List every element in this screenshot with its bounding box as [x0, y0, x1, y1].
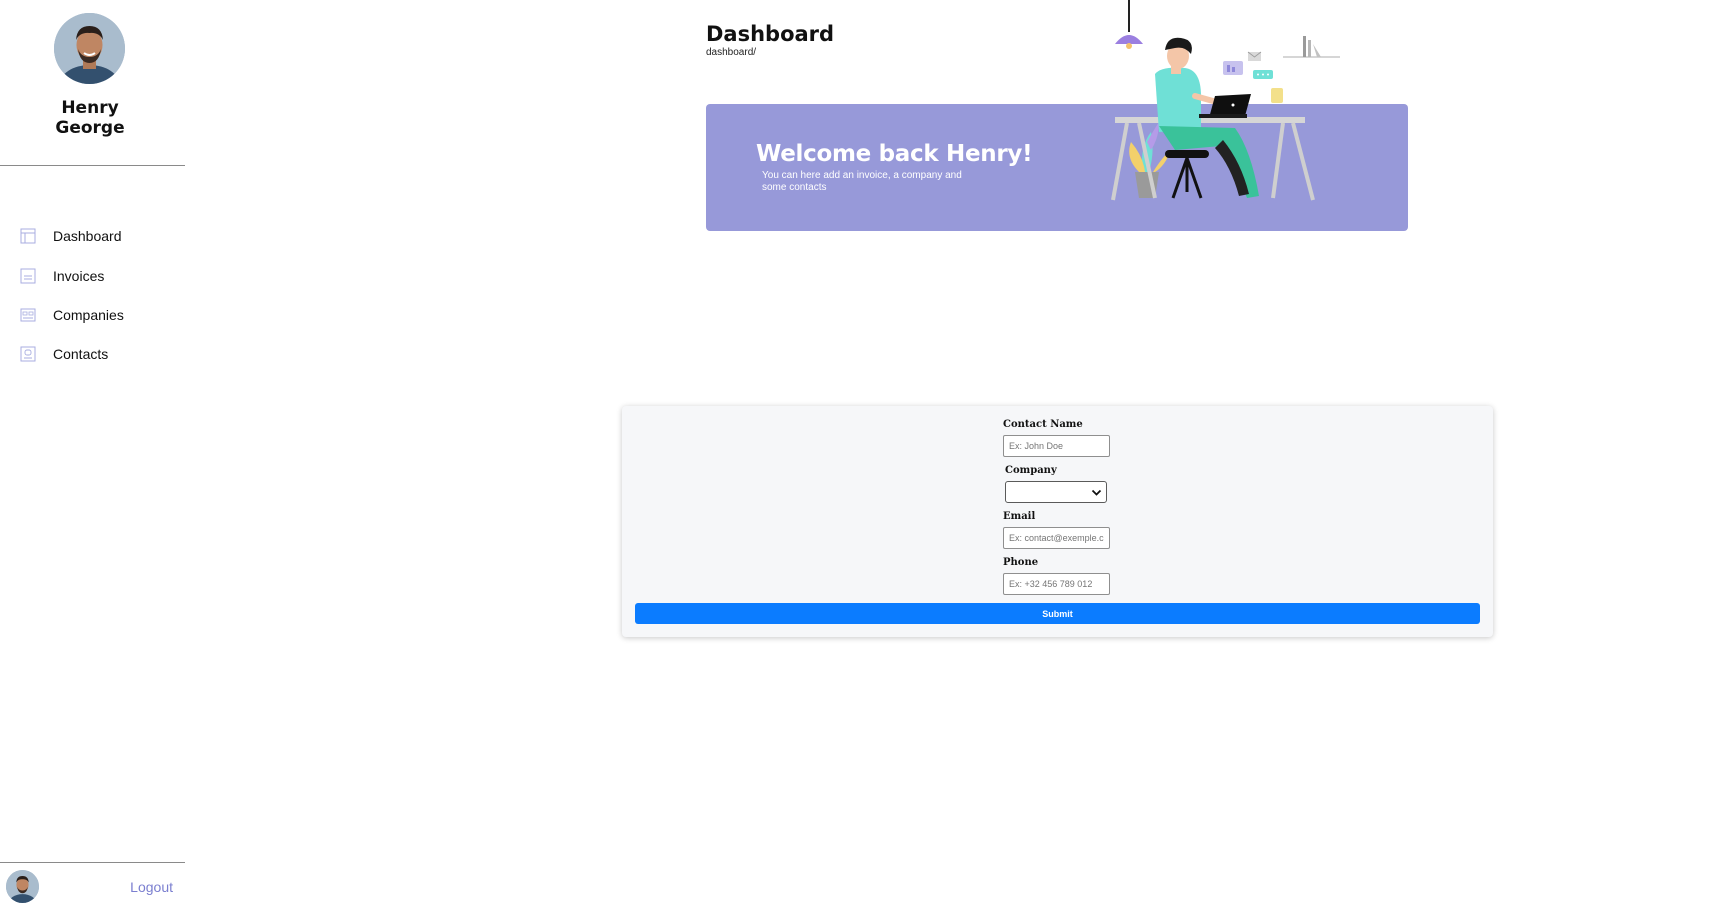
sidebar-item-label: Dashboard	[53, 228, 122, 244]
sidebar-item-label: Invoices	[53, 268, 105, 284]
welcome-subtitle: You can here add an invoice, a company a…	[762, 170, 962, 193]
company-icon	[20, 308, 36, 322]
phone-label: Phone	[1003, 557, 1039, 568]
contact-name-label: Contact Name	[1003, 419, 1083, 430]
profile-first-name: Henry	[61, 98, 119, 118]
sidebar-item-label: Companies	[53, 307, 124, 323]
sidebar-item-invoices[interactable]: Invoices	[0, 262, 185, 290]
chevron-down-icon	[1091, 489, 1102, 496]
contact-name-input[interactable]	[1003, 435, 1110, 457]
user-avatar-icon	[54, 13, 125, 84]
invoice-icon	[20, 268, 36, 284]
phone-input[interactable]	[1003, 573, 1110, 595]
profile-name: Henry George	[0, 98, 180, 138]
profile-avatar	[54, 13, 125, 84]
sidebar-item-label: Contacts	[53, 346, 109, 362]
sidebar-item-dashboard[interactable]: Dashboard	[0, 222, 185, 250]
company-label: Company	[1005, 465, 1057, 476]
sidebar-item-companies[interactable]: Companies	[0, 301, 185, 329]
email-label: Email	[1003, 511, 1036, 522]
sidebar-item-contacts[interactable]: Contacts	[0, 340, 185, 368]
page-title: Dashboard	[706, 22, 835, 46]
breadcrumb[interactable]: dashboard/	[706, 47, 756, 58]
contact-icon	[20, 346, 36, 362]
welcome-title: Welcome back Henry!	[756, 141, 1033, 167]
sidebar: Henry George Dashboard Invoices Companie…	[0, 0, 185, 903]
sidebar-divider	[0, 165, 185, 166]
submit-button[interactable]: Submit	[635, 603, 1480, 624]
profile-last-name: George	[55, 118, 125, 138]
logout-link[interactable]: Logout	[130, 879, 173, 895]
user-avatar[interactable]	[6, 870, 39, 903]
company-select[interactable]	[1005, 481, 1107, 503]
sidebar-divider	[0, 862, 185, 863]
email-input[interactable]	[1003, 527, 1110, 549]
workspace-illustration	[1111, 0, 1340, 201]
dashboard-icon	[20, 228, 36, 244]
user-avatar-icon	[6, 870, 39, 903]
